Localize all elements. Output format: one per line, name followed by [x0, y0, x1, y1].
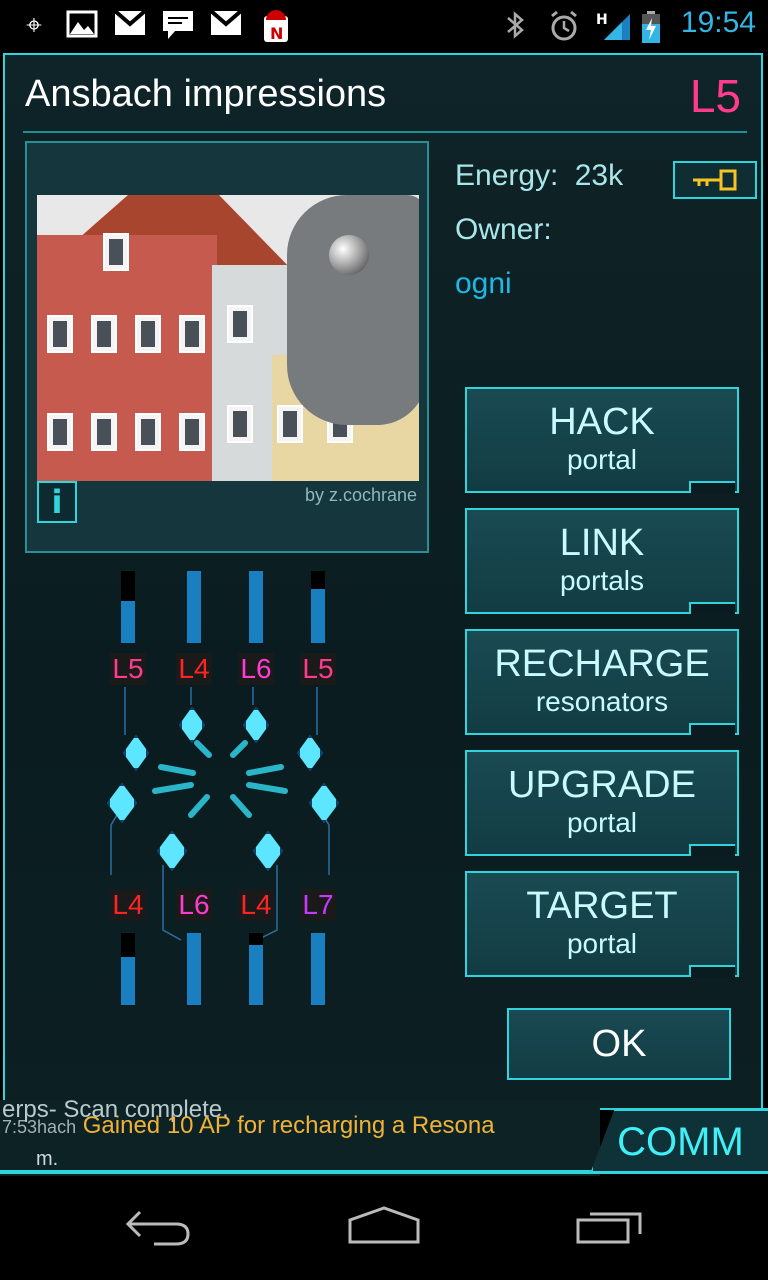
- android-n-icon: N: [260, 10, 292, 43]
- recharge-button[interactable]: RECHARGE resonators: [465, 629, 739, 735]
- target-button[interactable]: TARGET portal: [465, 871, 739, 977]
- top-resonator-energy: [249, 571, 263, 643]
- comm-button[interactable]: COMM: [590, 1108, 768, 1174]
- clock: 19:54: [680, 6, 756, 39]
- top-resonator-energy: [187, 571, 201, 643]
- gmail-icon: [113, 9, 147, 40]
- resonator-wires: [110, 687, 330, 941]
- energy-label: Energy:: [455, 159, 559, 192]
- bottom-resonator-energy: [121, 956, 135, 1005]
- ticker-line-2: 7:53hach Gained 10 AP for recharging a R…: [2, 1112, 495, 1139]
- bottom-resonator-energy: [249, 945, 263, 1005]
- upgrade-button[interactable]: UPGRADE portal: [465, 750, 739, 856]
- svg-text:H: H: [596, 12, 608, 28]
- bottom-resonator-level: L6: [176, 889, 212, 921]
- top-resonator-bar: [311, 571, 325, 643]
- hack-button[interactable]: HACK portal: [465, 387, 739, 493]
- image-icon: [66, 10, 98, 40]
- recent-apps-icon[interactable]: [574, 1206, 644, 1250]
- top-resonator-level: L6: [238, 653, 274, 685]
- key-icon: [689, 165, 739, 202]
- energy-value: 23k: [574, 159, 624, 192]
- location-icon: ⌖: [26, 8, 42, 41]
- status-bar: ⌖ N H 19:54: [0, 0, 768, 52]
- ok-button[interactable]: OK: [507, 1008, 731, 1080]
- battery-icon: [640, 10, 662, 43]
- alarm-icon: [548, 10, 580, 41]
- link-button[interactable]: LINK portals: [465, 508, 739, 614]
- ticker-underline: [0, 1170, 600, 1174]
- owner-label: Owner:: [455, 213, 552, 246]
- top-resonator-level: L4: [176, 653, 212, 685]
- top-resonator-bar: [249, 571, 263, 643]
- home-icon[interactable]: [346, 1206, 422, 1250]
- bottom-resonator-bar: [121, 933, 135, 1005]
- back-icon[interactable]: [124, 1206, 194, 1250]
- bottom-resonator-energy: [311, 933, 325, 1005]
- bottom-resonator-bar: [311, 933, 325, 1005]
- signal-icon: H: [596, 10, 632, 40]
- key-button[interactable]: [673, 161, 757, 199]
- bluetooth-icon: [500, 10, 532, 40]
- svg-text:N: N: [270, 24, 283, 43]
- bottom-resonator-bar: [249, 933, 263, 1005]
- bottom-resonator-level: L7: [300, 889, 336, 921]
- ticker-line-3: m.: [36, 1148, 59, 1170]
- top-resonator-bar: [121, 571, 135, 643]
- bottom-resonator-level: L4: [110, 889, 146, 921]
- chat-icon: [162, 10, 194, 40]
- portal-dialog: Ansbach impressions L5 i by z.cochrane E…: [3, 53, 763, 1110]
- top-resonator-level: L5: [110, 653, 146, 685]
- nav-bar: [0, 1186, 768, 1280]
- top-resonator-level: L5: [300, 653, 336, 685]
- energy-row: Energy: 23k: [455, 159, 623, 193]
- top-resonator-energy: [311, 589, 325, 643]
- bottom-resonator-energy: [187, 933, 201, 1005]
- portal-level: L5: [689, 70, 741, 122]
- top-resonator-energy: [121, 601, 135, 643]
- top-resonator-bar: [187, 571, 201, 643]
- bottom-resonator-level: L4: [238, 889, 274, 921]
- bottom-resonator-bar: [187, 933, 201, 1005]
- gmail-icon: [209, 9, 243, 40]
